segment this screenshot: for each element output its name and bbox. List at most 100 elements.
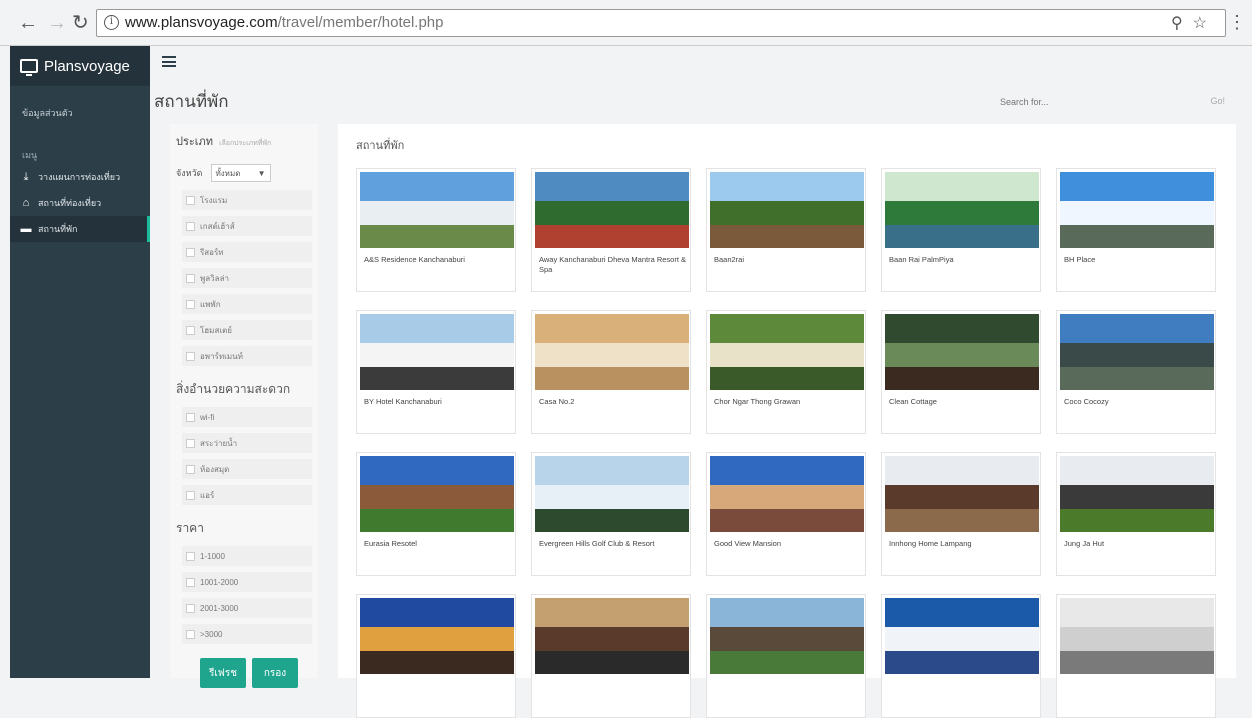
filter-option[interactable]: โรงแรม <box>182 190 312 210</box>
hotel-photo[interactable] <box>885 598 1039 674</box>
hotel-card[interactable]: Innhong Home Lampang <box>881 452 1041 576</box>
hotel-photo[interactable] <box>710 598 864 674</box>
filter-option[interactable]: แอร์ <box>182 485 312 505</box>
checkbox[interactable] <box>186 629 195 639</box>
hotel-photo[interactable] <box>1060 314 1214 390</box>
info-icon[interactable]: i <box>104 15 119 30</box>
hotel-photo[interactable] <box>710 456 864 532</box>
hotel-card[interactable]: Good View Mansion <box>706 452 866 576</box>
filter-option[interactable]: ห้องสมุด <box>182 459 312 479</box>
filter-option[interactable]: รีสอร์ท <box>182 242 312 262</box>
province-select[interactable]: ทั้งหมด ▼ <box>210 164 271 182</box>
filter-option[interactable]: wi-fi <box>182 407 312 427</box>
filter-option[interactable]: 2001-3000 <box>182 598 312 618</box>
hotel-photo[interactable] <box>535 172 689 248</box>
checkbox[interactable] <box>186 351 195 361</box>
checkbox[interactable] <box>186 603 195 613</box>
hamburger-menu-icon[interactable] <box>162 56 176 67</box>
hotel-card[interactable]: Jung Ja Hut <box>1056 452 1216 576</box>
checkbox[interactable] <box>186 412 195 422</box>
hotel-name[interactable]: Clean Cottage <box>889 397 1037 407</box>
hotel-photo[interactable] <box>1060 598 1214 674</box>
hotel-card[interactable] <box>881 594 1041 718</box>
checkbox[interactable] <box>186 490 195 500</box>
hotel-name[interactable]: Evergreen Hills Golf Club & Resort <box>539 539 687 549</box>
address-bar[interactable]: i www.plansvoyage.com/travel/member/hote… <box>96 9 1226 37</box>
forward-arrow-icon[interactable]: → <box>47 13 67 33</box>
hotel-photo[interactable] <box>710 172 864 248</box>
reset-button[interactable]: รีเฟรช <box>200 658 246 688</box>
hotel-photo[interactable] <box>535 314 689 390</box>
checkbox[interactable] <box>186 299 195 309</box>
hotel-photo[interactable] <box>535 456 689 532</box>
hotel-card[interactable]: A&S Residence Kanchanaburi <box>356 168 516 292</box>
hotel-name[interactable]: BH Place <box>1064 255 1212 265</box>
hotel-name[interactable]: Casa No.2 <box>539 397 687 407</box>
hotel-card[interactable] <box>706 594 866 718</box>
hotel-card[interactable]: Baan2rai <box>706 168 866 292</box>
hotel-photo[interactable] <box>885 172 1039 248</box>
checkbox[interactable] <box>186 551 195 561</box>
checkbox[interactable] <box>186 577 195 587</box>
url-text[interactable]: www.plansvoyage.com/travel/member/hotel.… <box>125 14 444 31</box>
hotel-card[interactable]: Coco Cocozy <box>1056 310 1216 434</box>
hotel-name[interactable]: Eurasia Resotel <box>364 539 512 549</box>
star-icon[interactable]: ☆ <box>1193 15 1217 32</box>
hotel-photo[interactable] <box>360 172 514 248</box>
checkbox[interactable] <box>186 195 195 205</box>
search-input[interactable] <box>980 92 1180 112</box>
checkbox[interactable] <box>186 221 195 231</box>
hotel-name[interactable]: Jung Ja Hut <box>1064 539 1212 549</box>
hotel-photo[interactable] <box>360 598 514 674</box>
hotel-card[interactable]: Clean Cottage <box>881 310 1041 434</box>
hotel-card[interactable]: BY Hotel Kanchanaburi <box>356 310 516 434</box>
hotel-name[interactable]: A&S Residence Kanchanaburi <box>364 255 512 265</box>
hotel-name[interactable]: Away Kanchanaburi Dheva Mantra Resort & … <box>539 255 687 275</box>
hotel-name[interactable]: Coco Cocozy <box>1064 397 1212 407</box>
zoom-icon[interactable]: ⚲ <box>1171 15 1193 32</box>
filter-option[interactable]: 1-1000 <box>182 546 312 566</box>
go-button[interactable]: Go! <box>1210 96 1225 106</box>
reload-icon[interactable]: ↻ <box>72 13 89 33</box>
profile-link[interactable]: ข้อมูลส่วนตัว <box>10 106 150 130</box>
filter-option[interactable]: พูลวิลล่า <box>182 268 312 288</box>
filter-option[interactable]: >3000 <box>182 624 312 644</box>
hotel-card[interactable] <box>1056 594 1216 718</box>
filter-option[interactable]: อพาร์ทเมนท์ <box>182 346 312 366</box>
hotel-card[interactable]: Chor Ngar Thong Grawan <box>706 310 866 434</box>
hotel-photo[interactable] <box>360 456 514 532</box>
hotel-name[interactable]: BY Hotel Kanchanaburi <box>364 397 512 407</box>
hotel-card[interactable] <box>356 594 516 718</box>
checkbox[interactable] <box>186 464 195 474</box>
hotel-photo[interactable] <box>535 598 689 674</box>
hotel-card[interactable]: Baan Rai PalmPiya <box>881 168 1041 292</box>
hotel-card[interactable]: Eurasia Resotel <box>356 452 516 576</box>
hotel-card[interactable]: Casa No.2 <box>531 310 691 434</box>
back-arrow-icon[interactable]: ← <box>18 13 38 33</box>
hotel-photo[interactable] <box>1060 172 1214 248</box>
filter-option[interactable]: เกสต์เฮ้าส์ <box>182 216 312 236</box>
hotel-card[interactable] <box>531 594 691 718</box>
checkbox[interactable] <box>186 325 195 335</box>
hotel-card[interactable]: Evergreen Hills Golf Club & Resort <box>531 452 691 576</box>
hotel-photo[interactable] <box>885 456 1039 532</box>
hotel-name[interactable]: Good View Mansion <box>714 539 862 549</box>
hotel-name[interactable]: Baan2rai <box>714 255 862 265</box>
filter-option[interactable]: โฮมสเตย์ <box>182 320 312 340</box>
browser-menu-icon[interactable]: ⋮ <box>1228 12 1246 33</box>
checkbox[interactable] <box>186 438 195 448</box>
hotel-card[interactable]: Away Kanchanaburi Dheva Mantra Resort & … <box>531 168 691 292</box>
hotel-name[interactable]: Chor Ngar Thong Grawan <box>714 397 862 407</box>
checkbox[interactable] <box>186 273 195 283</box>
filter-button[interactable]: กรอง <box>252 658 298 688</box>
hotel-photo[interactable] <box>360 314 514 390</box>
hotel-card[interactable]: BH Place <box>1056 168 1216 292</box>
filter-option[interactable]: สระว่ายน้ำ <box>182 433 312 453</box>
hotel-name[interactable]: Baan Rai PalmPiya <box>889 255 1037 265</box>
hotel-photo[interactable] <box>710 314 864 390</box>
hotel-photo[interactable] <box>885 314 1039 390</box>
hotel-photo[interactable] <box>1060 456 1214 532</box>
checkbox[interactable] <box>186 247 195 257</box>
hotel-name[interactable]: Innhong Home Lampang <box>889 539 1037 549</box>
sidebar-item-plan[interactable]: ⤓ วางแผนการท่องเที่ยว <box>10 164 150 190</box>
